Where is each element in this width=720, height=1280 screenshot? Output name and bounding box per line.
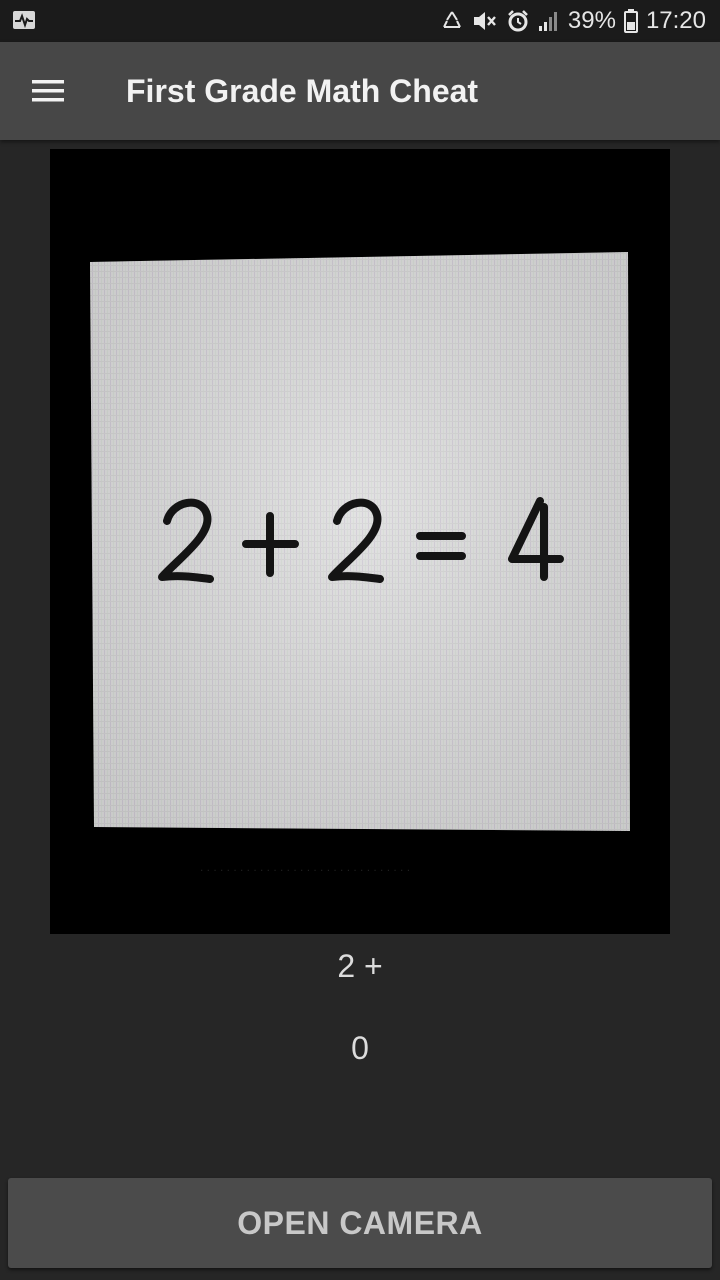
photo-caption: . . . . . . . . . . . . . . . . . . . . …: [200, 860, 410, 874]
open-camera-button[interactable]: OPEN CAMERA: [8, 1178, 712, 1268]
battery-percent: 39%: [567, 7, 616, 34]
app-bar: First Grade Math Cheat: [0, 42, 720, 140]
recognized-expression: 2 +: [337, 948, 383, 984]
clock: 17:20: [645, 7, 706, 34]
app-title: First Grade Math Cheat: [126, 73, 479, 109]
hamburger-menu-icon[interactable]: [26, 74, 72, 110]
recycle-icon: [442, 11, 461, 28]
battery-icon: [623, 9, 638, 33]
activity-icon: [13, 11, 35, 29]
status-bar: 39% 17:20: [0, 0, 720, 42]
photo-canvas: . . . . . . . . . . . . . . . . . . . . …: [90, 252, 630, 874]
signal-icon: [538, 12, 557, 31]
captured-photo: . . . . . . . . . . . . . . . . . . . . …: [50, 149, 670, 934]
mute-icon: [473, 12, 496, 30]
computed-answer: 0: [351, 1030, 369, 1066]
alarm-icon: [508, 10, 528, 32]
